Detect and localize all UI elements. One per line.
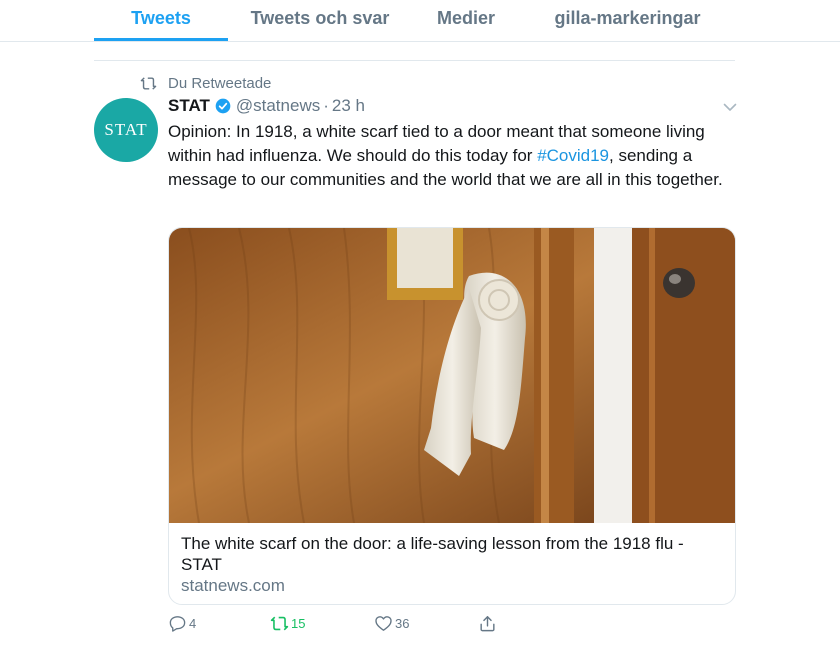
tweet-time[interactable]: 23 h: [332, 96, 365, 116]
author-handle[interactable]: @statnews: [236, 96, 320, 116]
reply-button[interactable]: 4: [168, 614, 196, 633]
card-title: The white scarf on the door: a life-savi…: [181, 534, 684, 574]
verified-badge-icon: [215, 98, 231, 114]
card-domain: statnews.com: [181, 576, 285, 595]
link-card[interactable]: The white scarf on the door: a life-savi…: [168, 227, 736, 605]
like-count: 36: [395, 616, 410, 631]
tweet-text: Opinion: In 1918, a white scarf tied to …: [168, 120, 743, 192]
heart-icon: [375, 616, 392, 631]
card-image: [169, 228, 735, 523]
retweet-button[interactable]: 15: [270, 614, 305, 633]
tweet-header: STAT @statnews · 23 h: [168, 95, 365, 117]
chevron-down-icon[interactable]: [722, 99, 738, 115]
reply-count: 4: [189, 616, 197, 631]
share-icon: [480, 616, 495, 632]
tab-likes[interactable]: gilla-markeringar: [540, 0, 715, 38]
share-button[interactable]: [478, 614, 499, 633]
divider: [94, 60, 735, 61]
author-name[interactable]: STAT: [168, 96, 210, 116]
retweet-icon: [270, 616, 289, 631]
retweet-count: 15: [291, 616, 306, 631]
separator-dot: ·: [323, 96, 329, 115]
retweet-context: Du Retweetade: [140, 73, 271, 93]
tab-media[interactable]: Medier: [420, 0, 512, 38]
reply-icon: [169, 616, 186, 632]
hashtag-link[interactable]: #Covid19: [537, 146, 609, 165]
retweet-icon: [140, 76, 157, 90]
avatar-text: STAT: [104, 120, 148, 139]
avatar[interactable]: STAT: [94, 98, 158, 162]
profile-tabs: Tweets Tweets och svar Medier gilla-mark…: [0, 0, 840, 42]
retweet-context-label: Du Retweetade: [168, 74, 272, 92]
tab-tweets-and-replies[interactable]: Tweets och svar: [240, 0, 400, 38]
tab-tweets[interactable]: Tweets: [94, 0, 228, 38]
active-tab-indicator: [94, 38, 228, 41]
like-button[interactable]: 36: [374, 614, 409, 633]
